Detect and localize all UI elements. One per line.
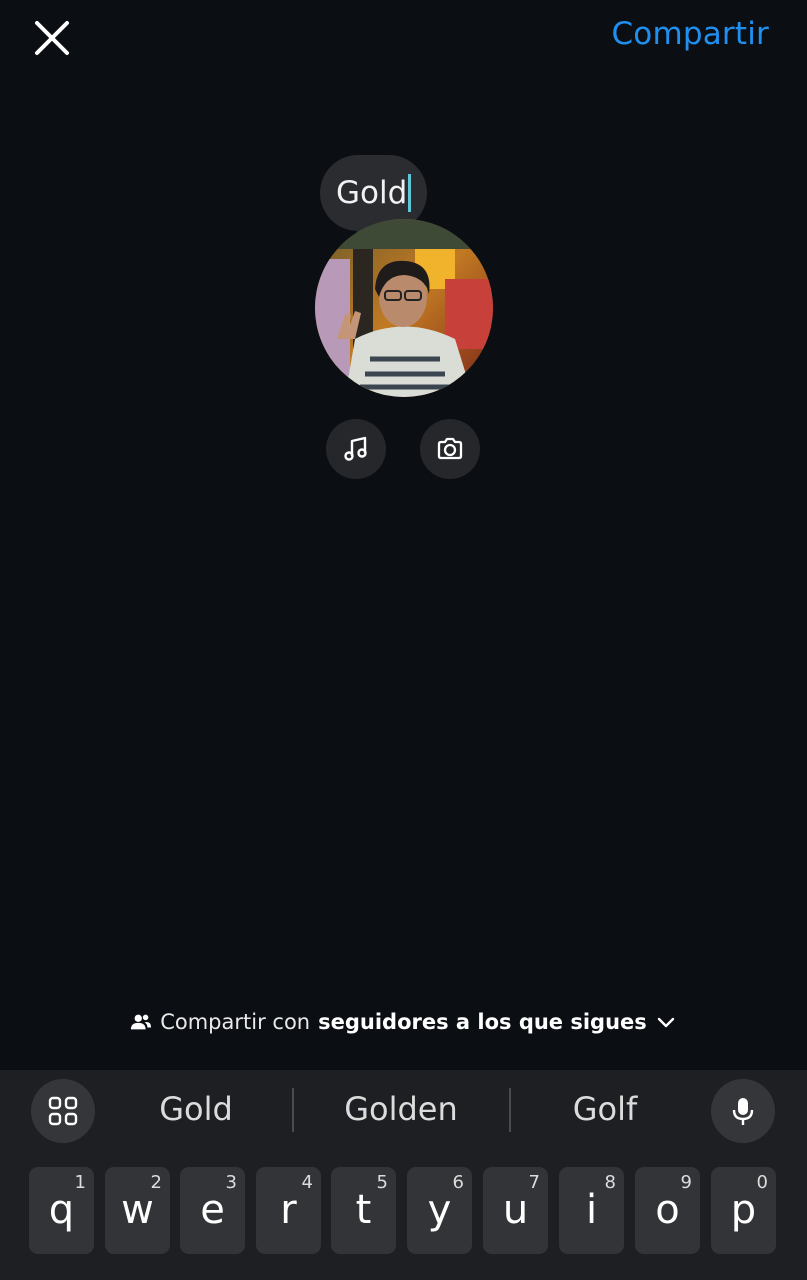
chevron-down-icon bbox=[657, 1017, 674, 1028]
key-u[interactable]: u 7 bbox=[483, 1167, 548, 1254]
text-caret bbox=[408, 174, 412, 212]
suggestion-bar: Gold Golden Golf bbox=[0, 1070, 807, 1154]
suggestion-3[interactable]: Golf bbox=[520, 1090, 690, 1128]
key-y[interactable]: y 6 bbox=[407, 1167, 472, 1254]
key-t[interactable]: t 5 bbox=[331, 1167, 396, 1254]
people-icon bbox=[131, 1014, 152, 1030]
on-screen-keyboard: Gold Golden Golf q 1 w 2 e 3 r 4 t 5 y 6… bbox=[0, 1070, 807, 1280]
add-music-button[interactable] bbox=[326, 419, 386, 479]
close-button[interactable] bbox=[28, 14, 76, 62]
share-button[interactable]: Compartir bbox=[611, 16, 769, 52]
music-note-icon bbox=[344, 436, 367, 461]
key-p[interactable]: p 0 bbox=[711, 1167, 776, 1254]
voice-input-button[interactable] bbox=[711, 1079, 775, 1143]
key-w[interactable]: w 2 bbox=[105, 1167, 170, 1254]
suggestion-divider bbox=[509, 1088, 511, 1132]
audience-selection: seguidores a los que sigues bbox=[318, 1010, 647, 1034]
key-q[interactable]: q 1 bbox=[29, 1167, 94, 1254]
suggestion-divider bbox=[292, 1088, 294, 1132]
audience-prefix: Compartir con bbox=[160, 1010, 311, 1034]
audience-selector[interactable]: Compartir con seguidores a los que sigue… bbox=[0, 1010, 807, 1034]
note-text: Gold bbox=[336, 175, 408, 211]
key-r[interactable]: r 4 bbox=[256, 1167, 321, 1254]
key-i[interactable]: i 8 bbox=[559, 1167, 624, 1254]
suggestion-1[interactable]: Gold bbox=[111, 1090, 281, 1128]
keyboard-menu-button[interactable] bbox=[31, 1079, 95, 1143]
suggestion-2[interactable]: Golden bbox=[316, 1090, 486, 1128]
microphone-icon bbox=[732, 1098, 754, 1125]
grid-icon bbox=[48, 1096, 78, 1126]
key-e[interactable]: e 3 bbox=[180, 1167, 245, 1254]
notes-composer-screen: Compartir Gold Compartir con seguidores … bbox=[0, 0, 807, 1280]
profile-avatar bbox=[315, 219, 493, 397]
close-icon bbox=[35, 21, 69, 55]
key-o[interactable]: o 9 bbox=[635, 1167, 700, 1254]
camera-icon bbox=[437, 437, 463, 460]
add-photo-button[interactable] bbox=[420, 419, 480, 479]
